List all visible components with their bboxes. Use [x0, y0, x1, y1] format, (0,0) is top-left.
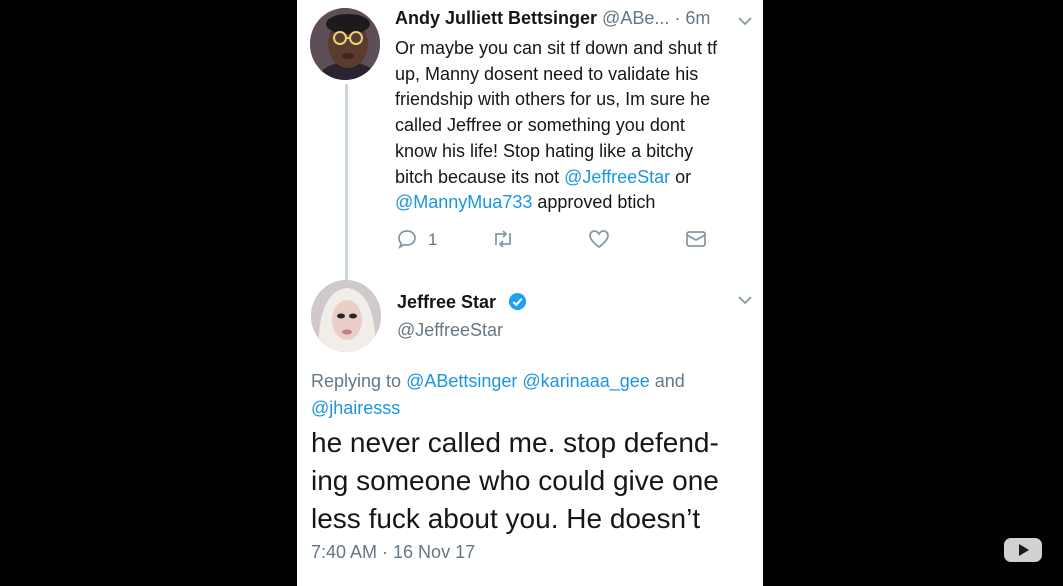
avatar-andy-image [310, 8, 380, 80]
text-segment: or [670, 166, 692, 187]
text-segment: called Jeffree or something you dont [395, 115, 685, 136]
tweet-1-separator: · [674, 8, 681, 28]
reply-count: 1 [428, 230, 438, 249]
tweet-1-text: Or maybe you can sit tf down and shut tf… [395, 36, 755, 216]
tweet-1-time[interactable]: 6m [685, 8, 710, 28]
text-segment: up, Manny dosent need to validate his [395, 63, 699, 84]
verified-badge-icon [508, 292, 527, 311]
retweet-icon[interactable] [490, 228, 516, 250]
tweet-1-text-line: bitch because its not @JeffreeStar or [395, 165, 755, 191]
replying-to-text-line: @jhairesss [311, 395, 751, 422]
tweet-1-text-line: @MannyMua733 approved btich [395, 190, 755, 216]
tweet-2-text-line: ing someone who could give one [311, 465, 719, 496]
tweet-1-author-name[interactable]: Andy Julliett Bettsinger [395, 8, 597, 28]
tweet-1-text-line: Or maybe you can sit tf down and shut tf [395, 36, 755, 62]
text-segment: approved btich [532, 192, 656, 213]
mention-link[interactable]: @jhairesss [311, 398, 400, 418]
text-segment: and [649, 371, 685, 391]
tweet-2-author-handle[interactable]: @JeffreeStar [397, 320, 503, 341]
tweet-2-chevron-down-icon[interactable] [737, 294, 753, 306]
tweet-1-text-line: called Jeffree or something you dont [395, 113, 755, 139]
mention-link[interactable]: @karinaaa_gee [522, 371, 649, 391]
text-segment: Or maybe you can sit tf down and shut tf [395, 38, 718, 58]
tweet-2-text-line: less fuck about you. He doesn’t [311, 503, 701, 534]
tweet-2-text-line: he never called me. stop defend- [311, 427, 719, 458]
text-segment: friendship with others for us, Im sure h… [395, 89, 711, 110]
youtube-logo-icon[interactable] [1003, 535, 1043, 565]
tweet-2-author-name[interactable]: Jeffree Star [397, 292, 496, 313]
reply-icon[interactable] [396, 228, 418, 250]
text-segment: Replying to [311, 371, 407, 391]
mention-link[interactable]: @ABettsinger [406, 371, 517, 391]
envelope-icon[interactable] [684, 228, 708, 250]
tweet-2-text: he never called me. stop defend-ing some… [311, 424, 756, 538]
replying-to-text-line: Replying to @ABettsinger @karinaaa_gee a… [311, 368, 751, 395]
tweet-1-text-line: know his life! Stop hating like a bitchy [395, 139, 755, 165]
mention-link[interactable]: @JeffreeStar [564, 167, 670, 187]
tweet-1-text-line: friendship with others for us, Im sure h… [395, 87, 755, 113]
avatar-jeffree-image [311, 280, 381, 352]
heart-icon[interactable] [587, 228, 611, 250]
avatar-jeffree[interactable] [311, 280, 381, 352]
tweet-1-chevron-down-icon[interactable] [737, 15, 753, 27]
text-segment: know his life! Stop hating like a bitchy [395, 140, 694, 161]
text-segment: bitch because its not [395, 166, 565, 187]
thread-connector-line [345, 84, 348, 280]
tweet-1-header: Andy Julliett Bettsinger @ABe... · 6m [395, 8, 710, 29]
tweet-2-timestamp[interactable]: 7:40 AM · 16 Nov 17 [311, 542, 475, 563]
tweet-1-author-handle[interactable]: @ABe... [602, 8, 669, 28]
avatar-andy[interactable] [310, 8, 380, 80]
tweet-1-text-line: up, Manny dosent need to validate his [395, 62, 755, 88]
mention-link[interactable]: @MannyMua733 [395, 192, 532, 212]
replying-to-line: Replying to @ABettsinger @karinaaa_gee a… [311, 368, 751, 422]
